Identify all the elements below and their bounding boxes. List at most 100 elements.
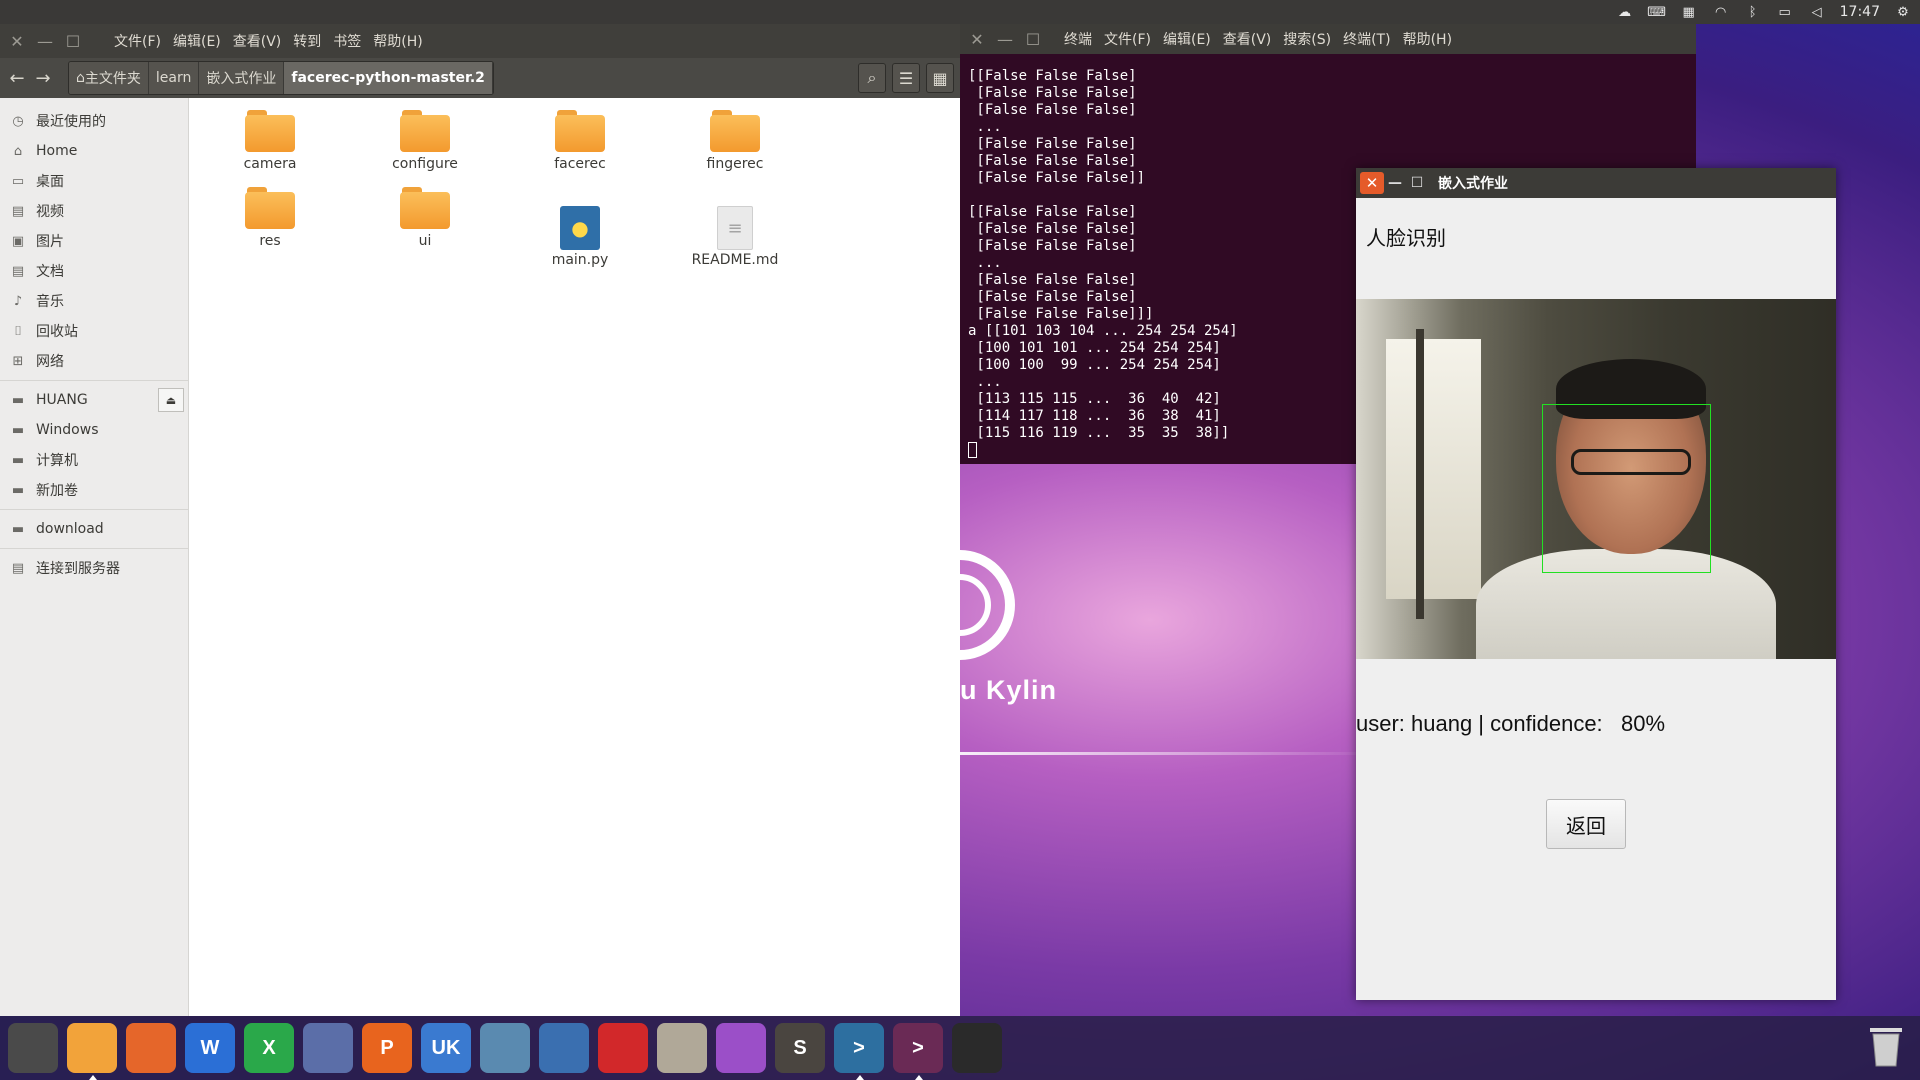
menu-help[interactable]: 帮助(H) (373, 31, 422, 51)
wifi-icon[interactable]: ◠ (1712, 4, 1730, 20)
menu-file[interactable]: 文件(F) (1104, 29, 1151, 49)
sidebar-item-huang[interactable]: ▬ HUANG ⏏ (0, 385, 188, 415)
sidebar-item-recent[interactable]: ◷ 最近使用的 (0, 106, 188, 136)
breadcrumb-learn[interactable]: learn (148, 62, 200, 94)
app-grid-icon[interactable] (539, 1023, 589, 1073)
list-view-icon[interactable]: ☰ (892, 63, 920, 93)
breadcrumb-homework[interactable]: 嵌入式作业 (199, 62, 285, 94)
sidebar-item-computer[interactable]: ▬ 计算机 (0, 445, 188, 475)
file-item-res[interactable]: res (210, 187, 330, 249)
bluetooth-icon[interactable]: ᛒ (1744, 4, 1762, 20)
sidebar-item-network[interactable]: ⊞ 网络 (0, 346, 188, 376)
code-terminal-icon[interactable]: > (834, 1023, 884, 1080)
sidebar-item-pictures[interactable]: ▣ 图片 (0, 226, 188, 256)
file-item-fingerec[interactable]: fingerec (675, 110, 795, 172)
weather-icon[interactable]: ☁ (1616, 4, 1634, 20)
file-item-configure[interactable]: configure (365, 110, 485, 172)
terminal-app-icon[interactable]: > (893, 1023, 943, 1080)
battery-icon[interactable]: ▭ (1776, 4, 1794, 20)
terminal-titlebar: ✕ — ☐ 终端 文件(F) 编辑(E) 查看(V) 搜索(S) 终端(T) 帮… (960, 24, 1696, 54)
sidebar-item-connect-server[interactable]: ▤ 连接到服务器 (0, 553, 188, 583)
file-view: camera configure facerec fingerec res ui… (190, 98, 960, 1016)
wps-writer-icon[interactable]: W (185, 1023, 235, 1073)
sidebar-item-new-volume[interactable]: ▬ 新加卷 (0, 475, 188, 505)
sidebar-item-home[interactable]: ⌂ Home (0, 136, 188, 166)
keyboard-icon[interactable]: ⌨ (1647, 4, 1666, 20)
file-item-facerec[interactable]: facerec (520, 110, 640, 172)
sublime-text-icon[interactable]: S (775, 1023, 825, 1073)
minimize-icon[interactable]: — (34, 32, 56, 51)
menu-edit[interactable]: 编辑(E) (173, 31, 221, 51)
sidebar-item-documents[interactable]: ▤ 文档 (0, 256, 188, 286)
menu-search[interactable]: 搜索(S) (1283, 29, 1331, 49)
trash-icon[interactable] (1866, 1022, 1906, 1068)
system-installer-icon[interactable] (480, 1023, 530, 1073)
folder-icon (710, 110, 760, 152)
menu-file[interactable]: 文件(F) (114, 31, 161, 51)
menu-edit[interactable]: 编辑(E) (1163, 29, 1211, 49)
gear-icon[interactable]: ⚙ (1894, 4, 1912, 20)
file-item-main-py[interactable]: ● main.py (520, 206, 640, 268)
face-recognition-dialog: ✕ — ☐ 嵌入式作业 人脸识别 user: huang | confidenc… (1356, 168, 1836, 1000)
sidebar-item-trash[interactable]: ⌷ 回收站 (0, 316, 188, 346)
breadcrumb-current[interactable]: facerec-python-master.2 (284, 62, 493, 94)
launcher-dock: W X P UK S > > (0, 1016, 1920, 1080)
dialog-title: 嵌入式作业 (1438, 176, 1508, 192)
software-center-icon[interactable]: UK (421, 1023, 471, 1073)
chromium-icon[interactable] (303, 1023, 353, 1073)
forward-arrow-icon[interactable]: → (30, 64, 56, 92)
clock[interactable]: 17:47 (1840, 4, 1880, 20)
sidebar-item-music[interactable]: ♪ 音乐 (0, 286, 188, 316)
recognition-result: user: huang | confidence: 80% (1356, 711, 1666, 736)
eject-icon[interactable]: ⏏ (158, 388, 184, 412)
maximize-icon[interactable]: ☐ (62, 32, 84, 51)
volume-icon[interactable]: ◁ (1808, 4, 1826, 20)
menu-help[interactable]: 帮助(H) (1403, 29, 1452, 49)
search-icon[interactable]: ⌕ (858, 63, 886, 93)
sidebar-divider (0, 509, 188, 510)
wps-presentation-icon[interactable]: P (362, 1023, 412, 1073)
file-item-camera[interactable]: camera (210, 110, 330, 172)
menu-go[interactable]: 转到 (293, 31, 321, 51)
firefox-icon[interactable] (126, 1023, 176, 1073)
editor-icon[interactable] (716, 1023, 766, 1073)
back-button[interactable]: 返回 (1546, 799, 1626, 849)
drive-icon: ▬ (11, 452, 25, 468)
netease-music-icon[interactable] (598, 1023, 648, 1073)
files-icon[interactable] (67, 1023, 117, 1080)
clock-icon: ◷ (12, 113, 24, 129)
sidebar-item-desktop[interactable]: ▭ 桌面 (0, 166, 188, 196)
python-file-icon: ● (560, 206, 600, 250)
grid-view-icon[interactable]: ▦ (926, 63, 954, 93)
calendar-icon[interactable]: ▦ (1680, 4, 1698, 20)
menu-bookmarks[interactable]: 书签 (333, 31, 361, 51)
maximize-icon[interactable]: ☐ (1022, 30, 1044, 49)
breadcrumb: ⌂ 主文件夹 learn 嵌入式作业 facerec-python-master.… (68, 61, 494, 95)
minimize-icon[interactable]: — (994, 30, 1016, 49)
compass-icon[interactable] (657, 1023, 707, 1073)
drive-icon: ▬ (11, 482, 25, 498)
indicator-area: ☁ ⌨ ▦ ◠ ᛒ ▭ ◁ 17:47 ⚙ (1616, 0, 1912, 24)
file-manager-window: ✕ — ☐ 文件(F) 编辑(E) 查看(V) 转到 书签 帮助(H) ← → … (0, 24, 960, 1016)
menu-view[interactable]: 查看(V) (233, 31, 282, 51)
camera-background-frame (1416, 329, 1424, 619)
close-icon[interactable]: ✕ (966, 30, 988, 49)
file-item-ui[interactable]: ui (365, 187, 485, 249)
face-detection-box (1542, 404, 1711, 573)
wps-spreadsheet-icon[interactable]: X (244, 1023, 294, 1073)
folder-icon: ▬ (11, 521, 25, 537)
sidebar-item-videos[interactable]: ▤ 视频 (0, 196, 188, 226)
maximize-icon[interactable]: ☐ (1406, 175, 1428, 191)
back-arrow-icon[interactable]: ← (4, 64, 30, 92)
usb-drive-icon[interactable] (952, 1023, 1002, 1073)
sidebar-item-windows[interactable]: ▬ Windows (0, 415, 188, 445)
file-item-readme[interactable]: ≡ README.md (675, 206, 795, 268)
close-icon[interactable]: ✕ (1360, 172, 1384, 194)
menu-terminal[interactable]: 终端(T) (1343, 29, 1390, 49)
sidebar-item-download[interactable]: ▬ download (0, 514, 188, 544)
dash-icon[interactable] (8, 1023, 58, 1073)
menu-view[interactable]: 查看(V) (1223, 29, 1272, 49)
minimize-icon[interactable]: — (1384, 175, 1406, 191)
close-icon[interactable]: ✕ (6, 32, 28, 51)
breadcrumb-home[interactable]: ⌂ 主文件夹 (69, 62, 149, 94)
